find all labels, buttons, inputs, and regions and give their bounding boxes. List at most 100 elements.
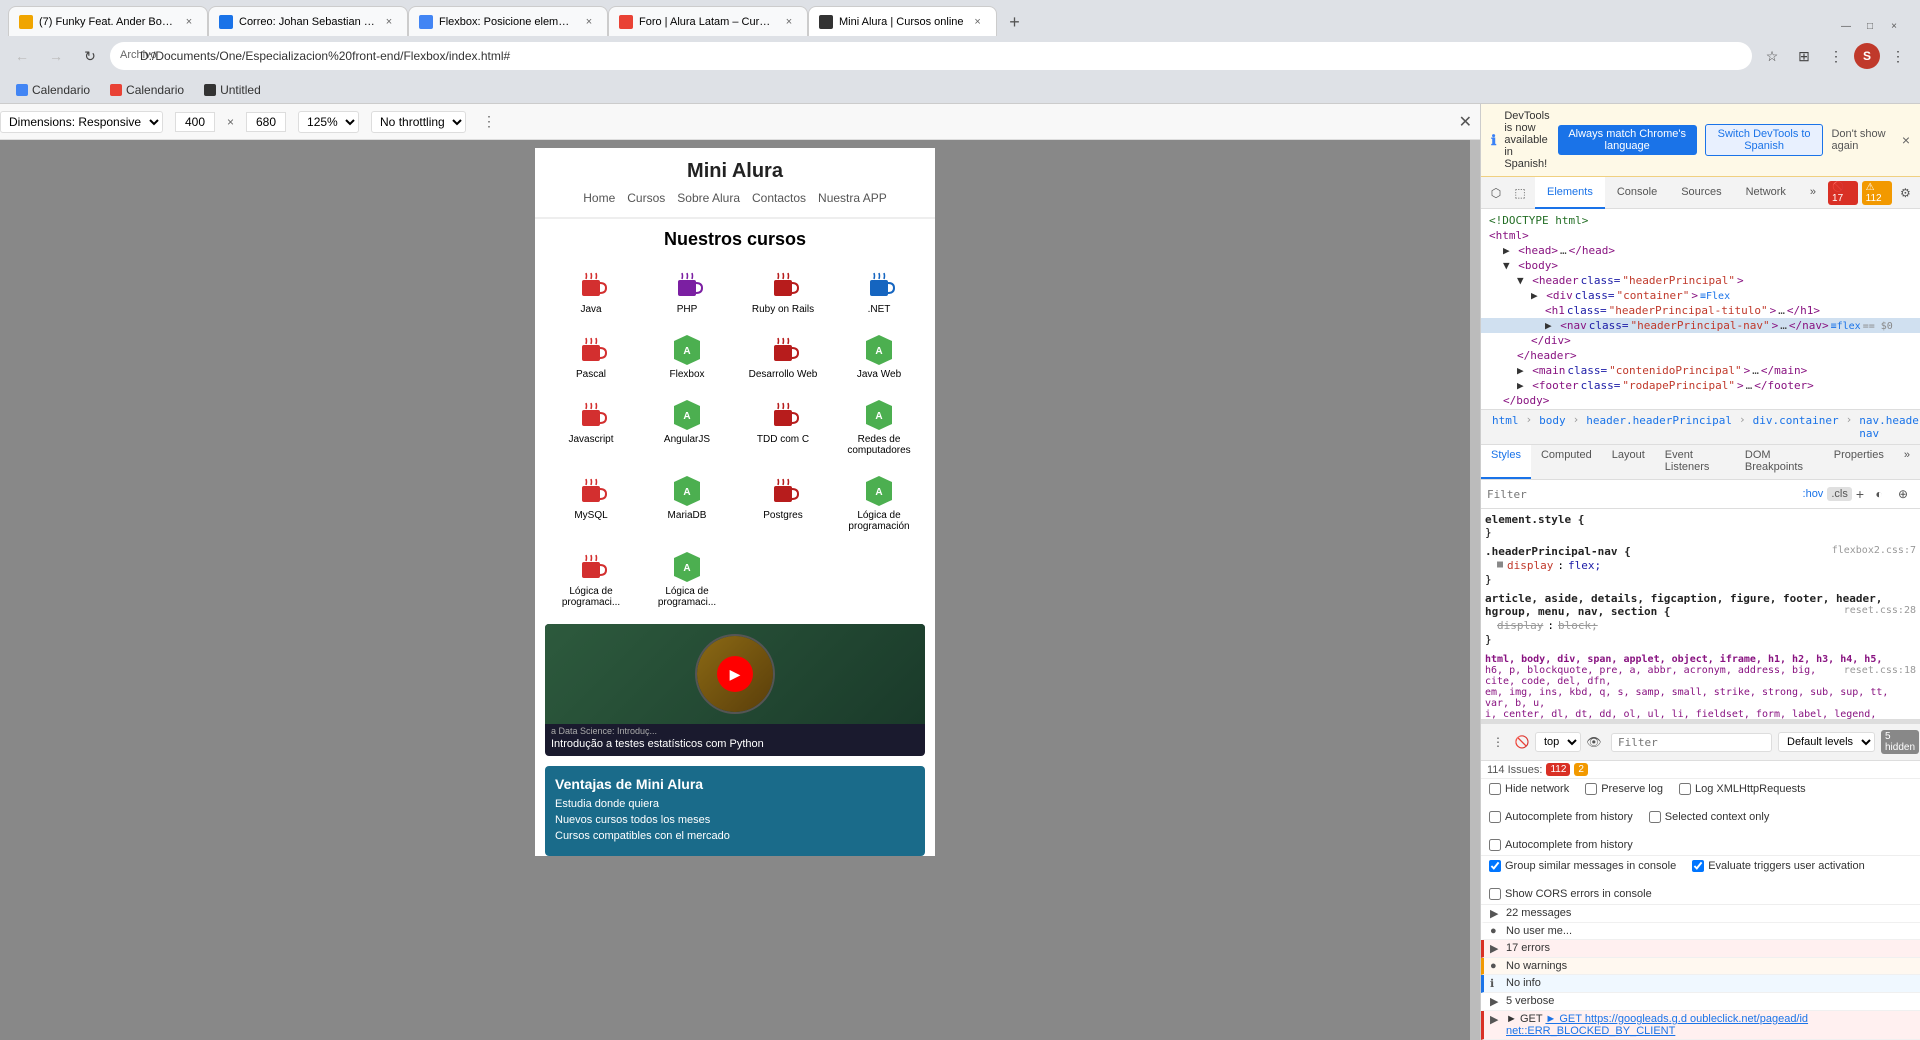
cb-group-similar[interactable]: Group similar messages in console	[1489, 860, 1676, 872]
dom-tree-line[interactable]: ▶ <head>…</head>	[1481, 243, 1920, 258]
dom-tree-line[interactable]: <h1 class="headerPrincipal-titulo">…</h1…	[1481, 303, 1920, 318]
dom-tree-line[interactable]: <!DOCTYPE html>	[1481, 213, 1920, 228]
minimize-button[interactable]: —	[1836, 16, 1856, 36]
dom-tree-line[interactable]: ▶ <div class="container"> ≡Flex	[1481, 288, 1920, 303]
course-item[interactable]: PHP	[641, 260, 733, 321]
dom-tree-line[interactable]: </header>	[1481, 348, 1920, 363]
cb-log-xmlhttp[interactable]: Log XMLHttpRequests	[1679, 783, 1806, 795]
course-item[interactable]: Desarrollo Web	[737, 325, 829, 386]
cb-cors-errors-input[interactable]	[1489, 888, 1501, 900]
breadcrumb-item[interactable]: nav.headerPrincipal-nav	[1856, 413, 1920, 441]
cb-autocomplete-input[interactable]	[1489, 839, 1501, 851]
switch-devtools-button[interactable]: Switch DevTools to Spanish	[1705, 124, 1824, 156]
breadcrumb-item[interactable]: header.headerPrincipal	[1583, 413, 1735, 441]
cb-autocomplete[interactable]: Autocomplete from history	[1489, 839, 1633, 851]
error-link[interactable]: ► GET https://googleads.g.d oubleclick.n…	[1506, 1013, 1808, 1037]
tab-sources[interactable]: Sources	[1669, 177, 1733, 209]
throttle-select[interactable]: No throttling	[371, 111, 466, 133]
dont-show-again-link[interactable]: Don't show again	[1831, 128, 1893, 152]
cb-hide-network-input[interactable]	[1489, 783, 1501, 795]
bookmark-calendario-1[interactable]: Calendario	[8, 81, 98, 99]
dom-tree-line[interactable]: ▼ <header class="headerPrincipal">	[1481, 273, 1920, 288]
class-toggle[interactable]: .cls	[1827, 487, 1852, 501]
tab-network[interactable]: Network	[1734, 177, 1798, 209]
console-top-select[interactable]: top	[1535, 732, 1581, 752]
cb-selected-context[interactable]: Selected context only	[1649, 811, 1770, 823]
console-group-17_errors[interactable]: ▶17 errors	[1481, 940, 1920, 958]
rule-source-article[interactable]: reset.css:28	[1844, 605, 1916, 616]
tab-more[interactable]: »	[1798, 177, 1828, 209]
tab-close-5[interactable]: ×	[970, 14, 986, 30]
cb-group-similar-input[interactable]	[1489, 860, 1501, 872]
profile-icon[interactable]: S	[1854, 43, 1880, 69]
rule-source-header-nav[interactable]: flexbox2.css:7	[1832, 545, 1916, 556]
console-filter-input[interactable]	[1611, 733, 1772, 752]
nav-sobre[interactable]: Sobre Alura	[677, 191, 740, 205]
course-item[interactable]: AFlexbox	[641, 325, 733, 386]
console-group-22_messages[interactable]: ▶22 messages	[1481, 905, 1920, 923]
play-button[interactable]: ▶	[717, 656, 753, 692]
zoom-select[interactable]: 125%	[298, 111, 359, 133]
console-level-select[interactable]: Default levels	[1778, 732, 1875, 752]
console-group-5_verbose[interactable]: ▶5 verbose	[1481, 993, 1920, 1011]
maximize-button[interactable]: □	[1860, 16, 1880, 36]
course-item[interactable]: ARedes de computadores	[833, 390, 925, 462]
breadcrumb-item[interactable]: body	[1536, 413, 1569, 441]
styles-tab-events[interactable]: Event Listeners	[1655, 445, 1735, 479]
toggle-light-dark[interactable]: ◐	[1868, 483, 1890, 505]
cb-selected-context-input[interactable]	[1649, 811, 1661, 823]
dom-tree-line[interactable]: </div>	[1481, 333, 1920, 348]
course-item[interactable]: AAngularJS	[641, 390, 733, 462]
console-eye-icon[interactable]: 👁	[1583, 731, 1605, 753]
forward-button[interactable]: →	[42, 42, 70, 70]
settings-icon[interactable]: ⚙	[1896, 182, 1914, 204]
dom-tree-line[interactable]: ▶ <nav class="headerPrincipal-nav">…</na…	[1481, 318, 1920, 333]
console-settings-icon[interactable]: ⋮	[1487, 731, 1509, 753]
devtools-inspect-icon[interactable]: ⬡	[1485, 182, 1507, 204]
course-item[interactable]: Pascal	[545, 325, 637, 386]
video-card[interactable]: ▶ a Data Science: Introduç... Introdução…	[545, 624, 925, 756]
cb-log-xmlhttp-input[interactable]	[1679, 783, 1691, 795]
styles-tab-layout[interactable]: Layout	[1602, 445, 1655, 479]
console-group-no_warnings[interactable]: ●No warnings	[1481, 958, 1920, 975]
extensions-icon[interactable]: ⊞	[1790, 42, 1818, 70]
cb-preserve-log[interactable]: Preserve log	[1585, 783, 1663, 795]
bookmark-untitled[interactable]: Untitled	[196, 81, 269, 99]
styles-filter-input[interactable]	[1487, 488, 1799, 501]
rule-source-html[interactable]: reset.css:18	[1844, 665, 1916, 676]
course-item[interactable]: .NET	[833, 260, 925, 321]
course-item[interactable]: TDD com C	[737, 390, 829, 462]
new-style-rule[interactable]: ⊕	[1892, 483, 1914, 505]
nav-contactos[interactable]: Contactos	[752, 191, 806, 205]
tab-close-3[interactable]: ×	[581, 14, 597, 30]
tab-close-2[interactable]: ×	[381, 14, 397, 30]
tab-1[interactable]: (7) Funky Feat. Ander Bock - No... ×	[8, 6, 208, 36]
close-device-toolbar[interactable]: ✕	[1459, 114, 1472, 131]
tab-4[interactable]: Foro | Alura Latam – Cursos onlin... ×	[608, 6, 808, 36]
width-input[interactable]	[175, 112, 215, 132]
dom-tree-line[interactable]: ▼ <body>	[1481, 258, 1920, 273]
tab-2[interactable]: Correo: Johan Sebastian Salama... ×	[208, 6, 408, 36]
course-item[interactable]: Lógica de programaci...	[545, 542, 637, 614]
add-style-rule[interactable]: +	[1856, 486, 1864, 502]
always-match-button[interactable]: Always match Chrome's language	[1558, 125, 1697, 155]
breadcrumb-item[interactable]: html	[1489, 413, 1522, 441]
rule-selector-article2[interactable]: hgroup, menu, nav, section {	[1485, 605, 1670, 618]
more-tools-icon[interactable]: ⋮	[1822, 42, 1850, 70]
course-item[interactable]: Ruby on Rails	[737, 260, 829, 321]
tab-elements[interactable]: Elements	[1535, 177, 1605, 209]
dimensions-select[interactable]: Dimensions: Responsive	[0, 111, 163, 133]
styles-tab-properties[interactable]: Properties	[1824, 445, 1894, 479]
console-clear-icon[interactable]: 🚫	[1511, 731, 1533, 753]
tab-5[interactable]: Mini Alura | Cursos online ×	[808, 6, 997, 36]
cb-hide-network[interactable]: Hide network	[1489, 783, 1569, 795]
course-item[interactable]: AJava Web	[833, 325, 925, 386]
breadcrumb-item[interactable]: div.container	[1750, 413, 1842, 441]
rule-selector-html[interactable]: html, body, div, span, applet, object, i…	[1485, 654, 1882, 665]
course-item[interactable]: AMariaDB	[641, 466, 733, 538]
dom-tree-line[interactable]: </body>	[1481, 393, 1920, 408]
styles-tab-more[interactable]: »	[1894, 445, 1920, 479]
prop-display-block[interactable]: display	[1497, 619, 1543, 632]
tab-close-4[interactable]: ×	[781, 14, 797, 30]
console-group-no_info[interactable]: ℹNo info	[1481, 975, 1920, 993]
